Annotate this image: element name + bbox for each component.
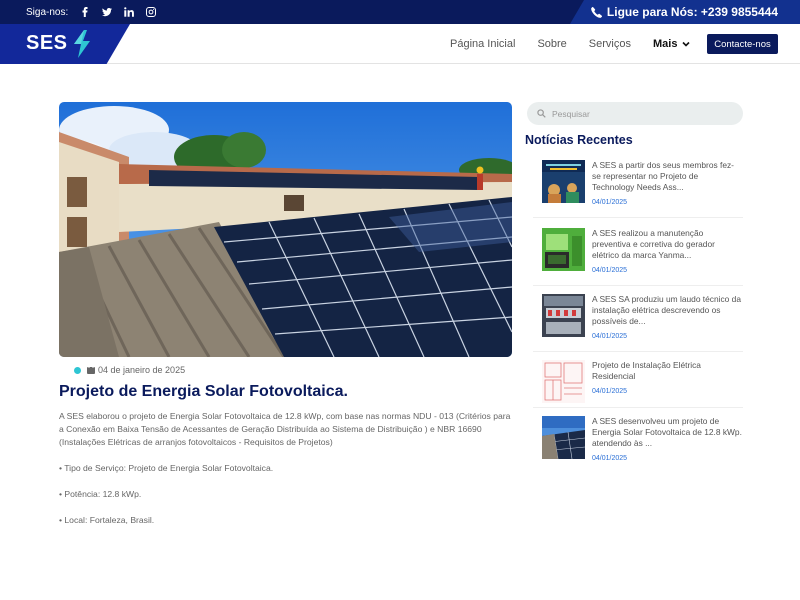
social-links: Siga-nos: xyxy=(26,0,164,24)
news-title[interactable]: Projeto de Instalação Elétrica Residenci… xyxy=(592,360,742,382)
news-date: 04/01/2025 xyxy=(592,388,628,395)
main-nav: Página Inicial Sobre Serviços Mais xyxy=(450,24,712,64)
news-date: 04/01/2025 xyxy=(592,455,628,462)
top-bar: Siga-nos: Ligue para Nós: +239 9855444 xyxy=(0,0,800,24)
news-item[interactable]: A SES desenvolveu um projeto de Energia … xyxy=(533,416,743,468)
news-item[interactable]: A SES a partir dos seus membros fez-se r… xyxy=(533,160,743,218)
nav-about[interactable]: Sobre xyxy=(537,38,566,50)
news-title[interactable]: A SES realizou a manutenção preventiva e… xyxy=(592,228,742,261)
accent-dot xyxy=(74,366,81,374)
news-thumbnail xyxy=(542,160,585,203)
post-paragraph: • Tipo de Serviço: Projeto de Energia So… xyxy=(59,463,274,473)
nav-more-label: Mais xyxy=(652,38,678,50)
news-thumbnail xyxy=(542,360,585,403)
main-header: SES Página Inicial Sobre Serviços Mais C… xyxy=(0,24,800,64)
recent-news-title: Notícias Recentes xyxy=(525,133,633,147)
nav-more[interactable]: Mais xyxy=(652,38,691,50)
search-box xyxy=(527,102,743,125)
phone-label: Ligue para Nós: +239 9855444 xyxy=(606,5,778,19)
phone-icon xyxy=(591,6,602,18)
post-paragraph: • Local: Fortaleza, Brasil. xyxy=(59,515,155,525)
news-item[interactable]: A SES realizou a manutenção preventiva e… xyxy=(533,228,743,286)
phone-contact[interactable]: Ligue para Nós: +239 9855444 xyxy=(570,0,800,24)
follow-label: Siga-nos: xyxy=(26,6,69,18)
news-item[interactable]: Projeto de Instalação Elétrica Residenci… xyxy=(533,360,743,408)
post-body: A SES elaborou o projeto de Energia Sola… xyxy=(59,410,512,540)
news-date: 04/01/2025 xyxy=(592,199,628,206)
twitter-icon[interactable] xyxy=(98,0,116,24)
post-hero-image xyxy=(59,102,512,357)
news-title[interactable]: A SES desenvolveu um projeto de Energia … xyxy=(592,416,742,449)
post-title: Projeto de Energia Solar Fotovoltaica. xyxy=(59,383,348,400)
instagram-icon[interactable] xyxy=(142,0,160,24)
post-meta: 04 de janeiro de 2025 xyxy=(74,364,185,376)
news-thumbnail xyxy=(542,416,585,459)
logo[interactable]: SES xyxy=(0,24,130,64)
chevron-down-icon xyxy=(682,41,691,47)
news-title[interactable]: A SES SA produziu um laudo técnico da in… xyxy=(592,294,742,327)
logo-bolt-icon xyxy=(74,30,90,58)
search-input[interactable] xyxy=(552,108,732,119)
nav-home[interactable]: Página Inicial xyxy=(450,38,515,50)
nav-services[interactable]: Serviços xyxy=(589,38,631,50)
contact-button[interactable]: Contacte-nos xyxy=(707,34,778,54)
news-thumbnail xyxy=(542,228,585,271)
post-paragraph: A SES elaborou o projeto de Energia Sola… xyxy=(59,411,511,447)
linkedin-icon[interactable] xyxy=(120,0,138,24)
facebook-icon[interactable] xyxy=(76,0,94,24)
post-paragraph: • Potência: 12.8 kWp. xyxy=(59,489,142,499)
calendar-icon xyxy=(87,366,95,374)
news-title[interactable]: A SES a partir dos seus membros fez-se r… xyxy=(592,160,742,193)
logo-text: SES xyxy=(26,32,68,54)
post-date: 04 de janeiro de 2025 xyxy=(98,365,186,375)
news-date: 04/01/2025 xyxy=(592,267,628,274)
news-item[interactable]: A SES SA produziu um laudo técnico da in… xyxy=(533,294,743,352)
search-icon xyxy=(537,109,546,118)
news-thumbnail xyxy=(542,294,585,337)
news-date: 04/01/2025 xyxy=(592,333,628,340)
